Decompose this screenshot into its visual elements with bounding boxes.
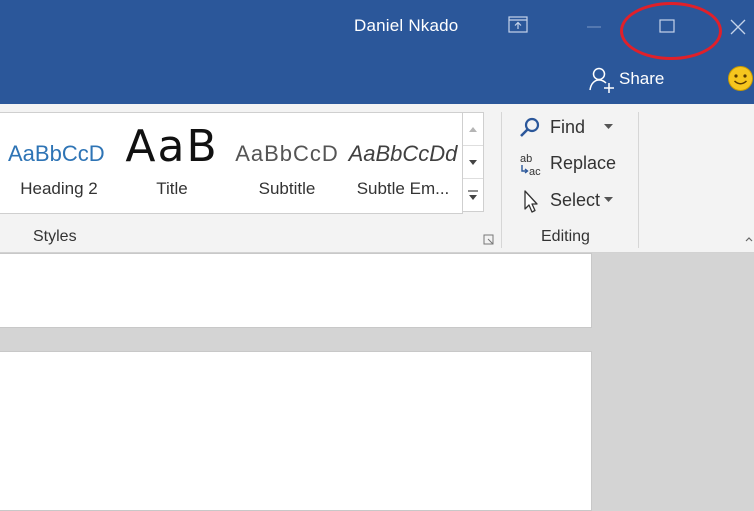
style-name: Heading 2 [20, 179, 98, 198]
document-page[interactable] [0, 253, 592, 328]
signed-in-user-name[interactable]: Daniel Nkado [354, 16, 458, 36]
style-subtle-emphasis[interactable]: AaBbCcDd Subtle Em... [344, 113, 462, 213]
style-name: Subtitle [258, 179, 316, 198]
gallery-more-button[interactable] [463, 179, 483, 212]
more-options-icon [468, 190, 478, 200]
style-heading-2[interactable]: AaBbCcD Heading 2 [0, 113, 118, 213]
svg-text:ac: ac [529, 166, 541, 178]
style-name: Title [156, 179, 188, 198]
smiley-icon[interactable] [727, 65, 754, 92]
select-cursor-icon [524, 190, 538, 213]
select-label: Select [550, 190, 601, 210]
style-subtitle[interactable]: AaBbCcD Subtitle [228, 113, 346, 213]
minimize-button[interactable] [575, 8, 615, 44]
editing-group-label: Editing [541, 228, 590, 245]
style-preview: AaBbCcDd [348, 141, 458, 166]
replace-button[interactable]: ab ac Replace [518, 150, 628, 178]
ribbon-group-divider [638, 112, 639, 248]
ribbon: AaBbCcD Heading 2 AaB Title AaBbCcD Subt… [0, 104, 754, 253]
close-icon [730, 19, 746, 35]
gallery-scroll-down-button[interactable] [463, 146, 483, 179]
style-preview: AaBbCcD [235, 141, 339, 166]
chevron-down-icon [469, 160, 477, 165]
svg-text:ab: ab [520, 153, 532, 165]
gallery-scroll-up-button[interactable] [463, 113, 483, 146]
share-button[interactable]: Share [586, 64, 670, 94]
style-preview: AaB [125, 121, 219, 172]
style-title[interactable]: AaB Title [113, 113, 231, 213]
share-label: Share [619, 69, 665, 88]
select-button[interactable]: Select [518, 187, 618, 215]
share-person-icon [589, 67, 614, 93]
ribbon-group-divider [501, 112, 502, 248]
ribbon-display-options-button[interactable] [500, 8, 540, 44]
style-preview: AaBbCcD [8, 141, 105, 166]
replace-label: Replace [550, 153, 617, 173]
find-label: Find [550, 117, 586, 137]
restore-ribbon-icon [508, 16, 528, 33]
find-magnifier-icon [520, 117, 540, 137]
style-name: Subtle Em... [356, 179, 450, 198]
red-annotation-circle [620, 2, 722, 60]
chevron-down-icon [604, 197, 613, 202]
dialog-launcher-icon[interactable] [483, 234, 495, 246]
close-button[interactable] [722, 8, 754, 44]
document-page[interactable] [0, 351, 592, 511]
find-button[interactable]: Find [518, 114, 618, 142]
styles-gallery: AaBbCcD Heading 2 AaB Title AaBbCcD Subt… [0, 112, 463, 214]
styles-group-label: Styles [33, 228, 77, 245]
collapse-ribbon-icon[interactable] [744, 234, 754, 244]
chevron-down-icon [604, 124, 613, 129]
title-bar: Daniel Nkado Share [0, 0, 754, 104]
replace-icon: ab ac [520, 153, 541, 178]
chevron-up-icon [469, 127, 477, 132]
minimize-icon [587, 26, 601, 28]
document-area [0, 253, 754, 511]
styles-gallery-scrollbar [462, 112, 484, 212]
